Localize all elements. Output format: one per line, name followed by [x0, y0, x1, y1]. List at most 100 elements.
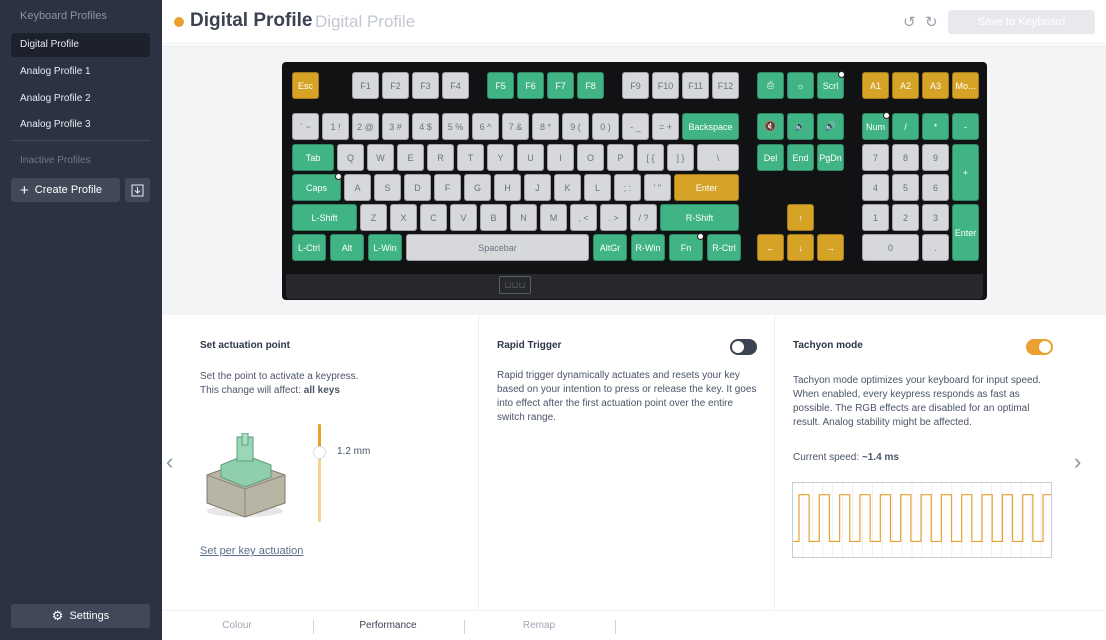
actuation-slider-thumb[interactable] [313, 446, 326, 459]
key[interactable]: T [457, 144, 484, 171]
chevron-right-icon[interactable]: › [1074, 449, 1081, 475]
key[interactable]: L-Shift [292, 204, 357, 231]
key[interactable]: 6 ^ [472, 113, 499, 140]
key[interactable]: 2 @ [352, 113, 379, 140]
key[interactable]: B [480, 204, 507, 231]
sidebar-item-analog-profile-3[interactable]: Analog Profile 3 [11, 113, 150, 137]
key[interactable]: , < [570, 204, 597, 231]
tab-colour[interactable]: Colour [162, 620, 312, 631]
key[interactable]: W [367, 144, 394, 171]
key[interactable]: C [420, 204, 447, 231]
key[interactable]: L [584, 174, 611, 201]
key[interactable]: H [494, 174, 521, 201]
key[interactable]: 🔇 [757, 113, 784, 140]
key[interactable]: F5 [487, 72, 514, 99]
key[interactable]: F10 [652, 72, 679, 99]
key[interactable]: D [404, 174, 431, 201]
key[interactable]: J [524, 174, 551, 201]
key[interactable]: AltGr [593, 234, 627, 261]
key[interactable]: F4 [442, 72, 469, 99]
tachyon-toggle[interactable] [1026, 339, 1053, 355]
key[interactable]: Y [487, 144, 514, 171]
key[interactable]: Alt [330, 234, 364, 261]
tab-performance[interactable]: Performance [313, 620, 463, 631]
key[interactable]: U [517, 144, 544, 171]
key[interactable]: 7 [862, 144, 889, 171]
key[interactable]: 3 # [382, 113, 409, 140]
key[interactable]: K [554, 174, 581, 201]
key[interactable]: F8 [577, 72, 604, 99]
key[interactable]: F12 [712, 72, 739, 99]
key[interactable]: 0 ) [592, 113, 619, 140]
key[interactable]: R [427, 144, 454, 171]
key[interactable]: ☼ [787, 72, 814, 99]
key[interactable]: ; : [614, 174, 641, 201]
key[interactable]: E [397, 144, 424, 171]
key[interactable]: A3 [922, 72, 949, 99]
key[interactable]: F2 [382, 72, 409, 99]
key[interactable]: PgDn [817, 144, 844, 171]
key[interactable]: L-Win [368, 234, 402, 261]
key[interactable]: ⎙ [757, 72, 784, 99]
chevron-left-icon[interactable]: ‹ [166, 449, 173, 475]
key[interactable]: F3 [412, 72, 439, 99]
key[interactable]: 9 [922, 144, 949, 171]
key[interactable]: 1 ! [322, 113, 349, 140]
key[interactable]: F11 [682, 72, 709, 99]
key[interactable]: Caps [292, 173, 342, 201]
key[interactable]: → [817, 234, 844, 261]
key[interactable]: Fn [669, 233, 704, 261]
key[interactable]: ` ~ [292, 113, 319, 140]
key[interactable]: Del [757, 144, 784, 171]
key[interactable]: F7 [547, 72, 574, 99]
key[interactable]: 1 [862, 204, 889, 231]
key[interactable]: V [450, 204, 477, 231]
key[interactable]: R-Win [631, 234, 665, 261]
key[interactable]: 6 [922, 174, 949, 201]
key[interactable]: Enter [674, 174, 739, 201]
tab-remap[interactable]: Remap [464, 620, 614, 631]
key[interactable]: Esc [292, 72, 319, 99]
key[interactable]: A2 [892, 72, 919, 99]
key[interactable]: / ? [630, 204, 657, 231]
key[interactable]: . [922, 234, 949, 261]
key[interactable]: 2 [892, 204, 919, 231]
key[interactable]: Q [337, 144, 364, 171]
key[interactable]: Scrl [817, 71, 845, 99]
key[interactable]: 🔉 [787, 113, 814, 140]
key[interactable]: 7 & [502, 113, 529, 140]
sidebar-item-analog-profile-2[interactable]: Analog Profile 2 [11, 87, 150, 111]
import-profile-button[interactable] [125, 178, 150, 202]
key[interactable]: P [607, 144, 634, 171]
key[interactable]: I [547, 144, 574, 171]
key[interactable]: End [787, 144, 814, 171]
key[interactable]: Z [360, 204, 387, 231]
key[interactable]: 4 $ [412, 113, 439, 140]
key[interactable]: Num [862, 112, 890, 140]
key[interactable]: 4 [862, 174, 889, 201]
key[interactable]: S [374, 174, 401, 201]
key[interactable]: F [434, 174, 461, 201]
key[interactable]: R-Ctrl [707, 234, 741, 261]
key[interactable]: / [892, 113, 919, 140]
key[interactable]: 5 % [442, 113, 469, 140]
settings-button[interactable]: ⚙ Settings [11, 604, 150, 628]
key[interactable]: 0 [862, 234, 919, 261]
key[interactable]: ← [757, 234, 784, 261]
key[interactable]: = + [652, 113, 679, 140]
undo-icon[interactable]: ↺ [903, 13, 916, 31]
rapid-trigger-toggle[interactable] [730, 339, 757, 355]
key[interactable]: 8 [892, 144, 919, 171]
key[interactable]: X [390, 204, 417, 231]
key[interactable]: . > [600, 204, 627, 231]
save-to-keyboard-button[interactable]: Save to Keyboard [948, 10, 1095, 34]
per-key-actuation-link[interactable]: Set per key actuation [200, 545, 303, 557]
key[interactable]: 3 [922, 204, 949, 231]
key[interactable]: F1 [352, 72, 379, 99]
key[interactable]: [ { [637, 144, 664, 171]
key[interactable]: Backspace [682, 113, 739, 140]
key[interactable]: G [464, 174, 491, 201]
key[interactable]: Mo... [952, 72, 979, 99]
sidebar-item-digital-profile[interactable]: Digital Profile [11, 33, 150, 57]
key[interactable]: + [952, 144, 979, 201]
